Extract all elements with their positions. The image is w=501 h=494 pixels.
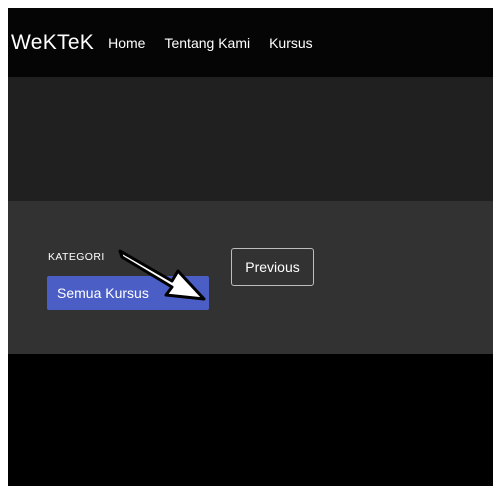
arrow-pointer-icon — [118, 249, 206, 301]
app-frame: WeKTeK Home Tentang Kami Kursus KATEGORI… — [8, 8, 493, 486]
category-heading: KATEGORI — [48, 251, 105, 263]
hero-band — [8, 77, 493, 201]
previous-button[interactable]: Previous — [231, 248, 314, 286]
content-area — [8, 354, 493, 486]
navbar: WeKTeK Home Tentang Kami Kursus — [8, 8, 493, 77]
nav-link-tentang-kami[interactable]: Tentang Kami — [164, 35, 250, 51]
nav-link-home[interactable]: Home — [108, 35, 145, 51]
brand-logo[interactable]: WeKTeK — [11, 31, 94, 55]
nav-link-kursus[interactable]: Kursus — [269, 35, 313, 51]
